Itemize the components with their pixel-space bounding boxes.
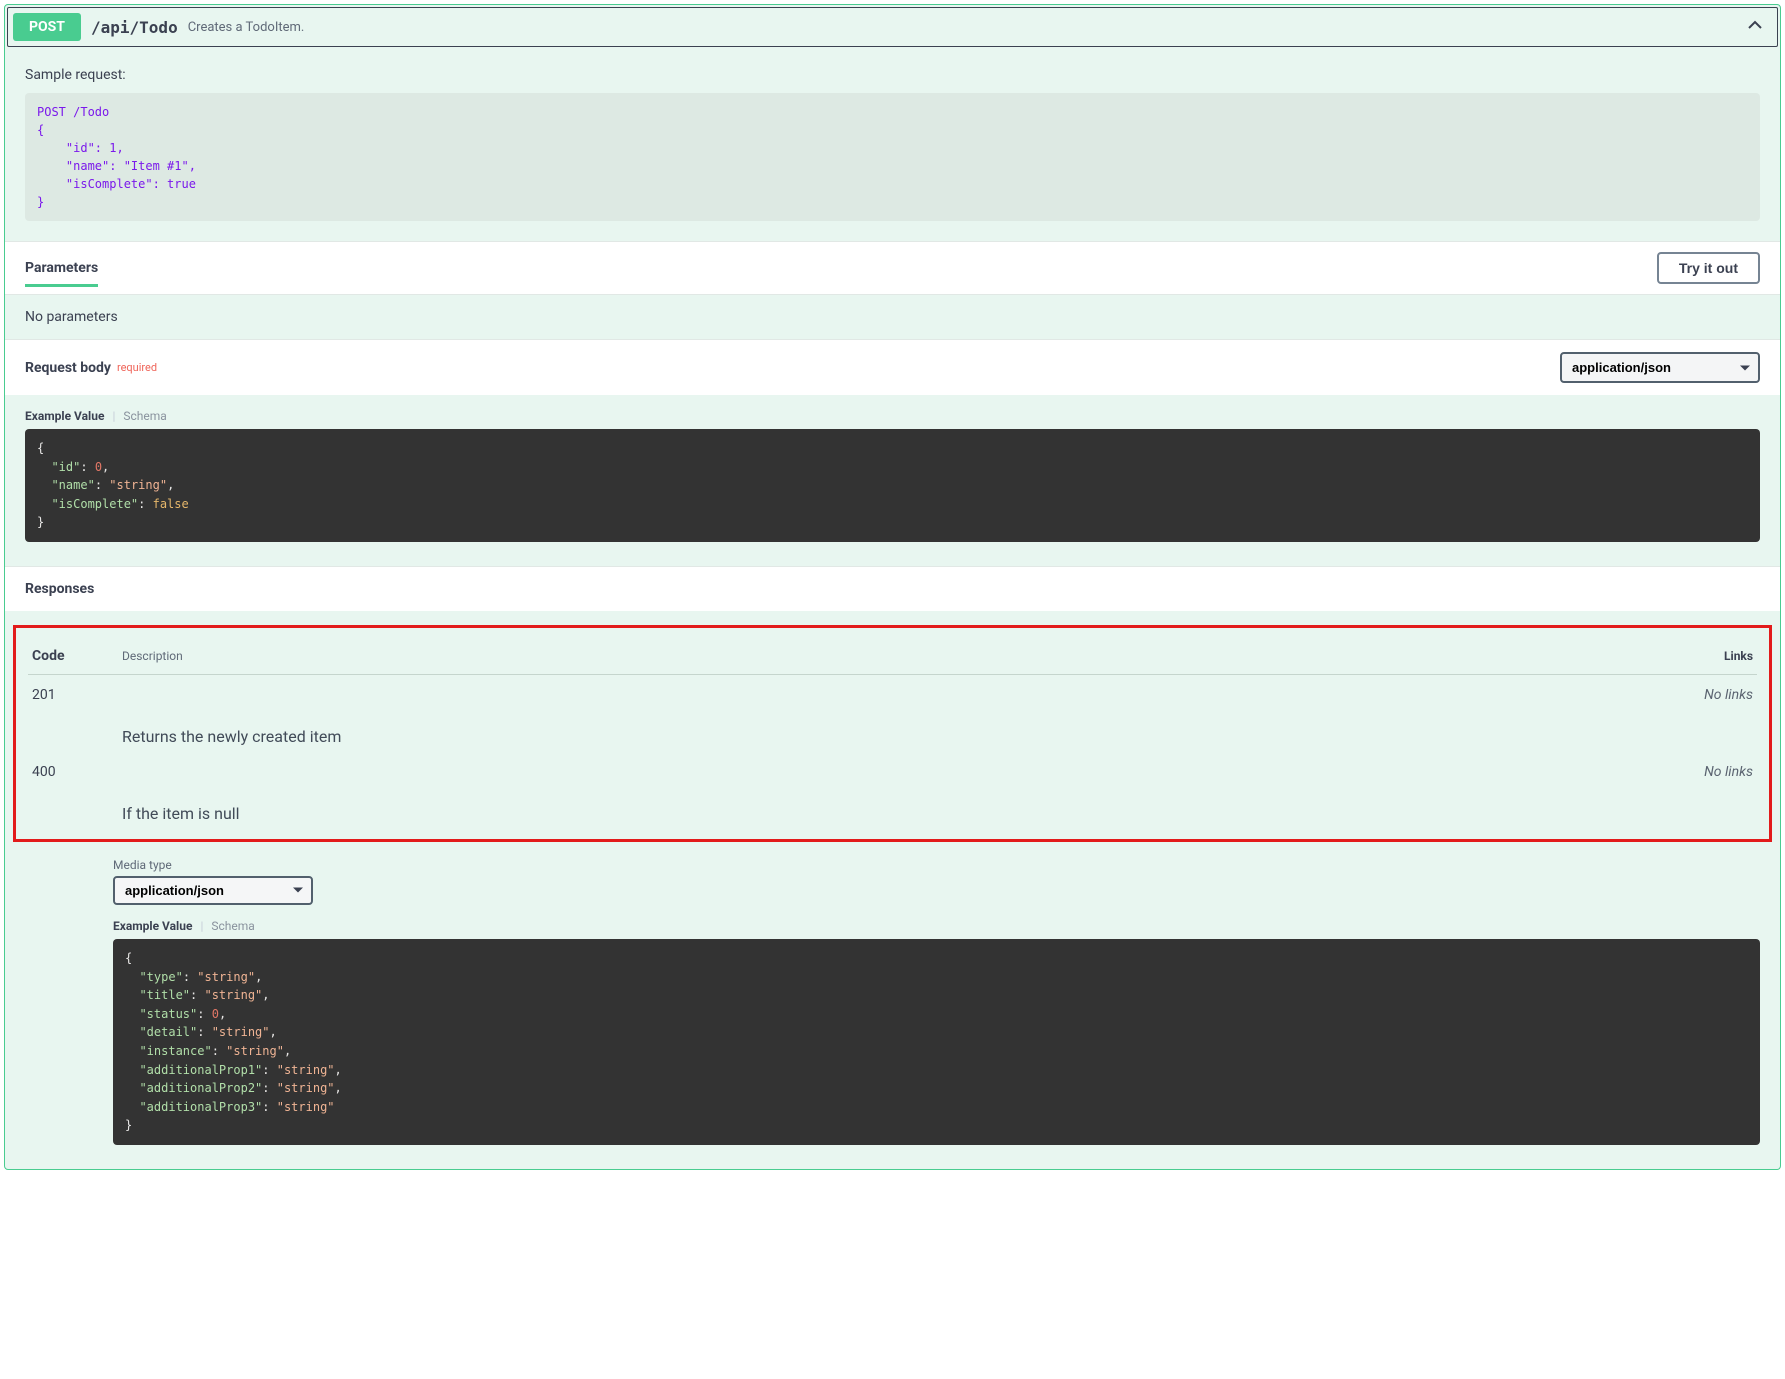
request-body-label: Request body <box>25 360 111 376</box>
responses-highlight: Code Description Links 201 No linksReturn… <box>13 625 1772 842</box>
response-code: 400 <box>28 752 118 784</box>
required-tag: required <box>117 360 157 374</box>
http-method-badge: POST <box>13 13 81 41</box>
response-example-code: { "type": "string", "title": "string", "… <box>113 939 1760 1145</box>
response-example-tabs: Example Value | Schema <box>113 905 1760 939</box>
tab-schema[interactable]: Schema <box>211 919 254 933</box>
tab-separator: | <box>112 409 115 423</box>
request-body-example-code: { "id": 0, "name": "string", "isComplete… <box>25 429 1760 542</box>
col-code: Code <box>28 640 118 675</box>
sample-request-code: POST /Todo { "id": 1, "name": "Item #1",… <box>25 93 1760 221</box>
media-type-select[interactable]: application/json <box>113 876 313 905</box>
request-body-bar: Request body required application/json <box>5 339 1780 395</box>
col-links: Links <box>1667 640 1757 675</box>
operation-summary: Creates a TodoItem. <box>188 20 1743 35</box>
parameters-bar: Parameters Try it out <box>5 241 1780 294</box>
tab-schema[interactable]: Schema <box>123 409 166 423</box>
sample-request-label: Sample request: <box>25 67 1760 83</box>
response-code: 201 <box>28 674 118 707</box>
no-parameters-text: No parameters <box>5 294 1780 339</box>
operation-block: POST /api/Todo Creates a TodoItem. Sampl… <box>4 4 1781 1170</box>
description-section: Sample request: POST /Todo { "id": 1, "n… <box>5 49 1780 241</box>
response-links: No links <box>1667 752 1757 784</box>
content-type-select[interactable]: application/json <box>1560 352 1760 383</box>
tab-example-value[interactable]: Example Value <box>113 919 192 933</box>
tab-separator: | <box>200 919 203 933</box>
operation-header[interactable]: POST /api/Todo Creates a TodoItem. <box>7 7 1778 47</box>
operation-body: Sample request: POST /Todo { "id": 1, "n… <box>5 49 1780 1169</box>
tab-example-value[interactable]: Example Value <box>25 409 104 423</box>
media-type-label: Media type <box>113 858 1760 872</box>
response-description: Returns the newly created item <box>118 707 1757 752</box>
response-row: 201 No links <box>28 674 1757 707</box>
chevron-up-icon[interactable] <box>1743 17 1767 38</box>
try-it-out-button[interactable]: Try it out <box>1657 252 1760 284</box>
response-description: If the item is null <box>118 784 1757 829</box>
response-desc-row: If the item is null <box>28 784 1757 829</box>
request-body-title: Request body required <box>25 360 157 376</box>
responses-table: Code Description Links 201 No linksReturn… <box>28 640 1757 829</box>
content-type-select-wrap: application/json <box>1560 352 1760 383</box>
operation-path: /api/Todo <box>91 18 178 37</box>
parameters-title: Parameters <box>25 260 98 287</box>
request-body-tabs: Example Value | Schema <box>5 395 1780 429</box>
response-row: 400 No links <box>28 752 1757 784</box>
responses-title: Responses <box>5 566 1780 611</box>
response-links: No links <box>1667 674 1757 707</box>
response-desc-row: Returns the newly created item <box>28 707 1757 752</box>
col-description: Description <box>118 640 1667 675</box>
response-media-block: Media type application/json Example Valu… <box>5 848 1780 1169</box>
media-type-select-wrap: application/json <box>113 876 313 905</box>
